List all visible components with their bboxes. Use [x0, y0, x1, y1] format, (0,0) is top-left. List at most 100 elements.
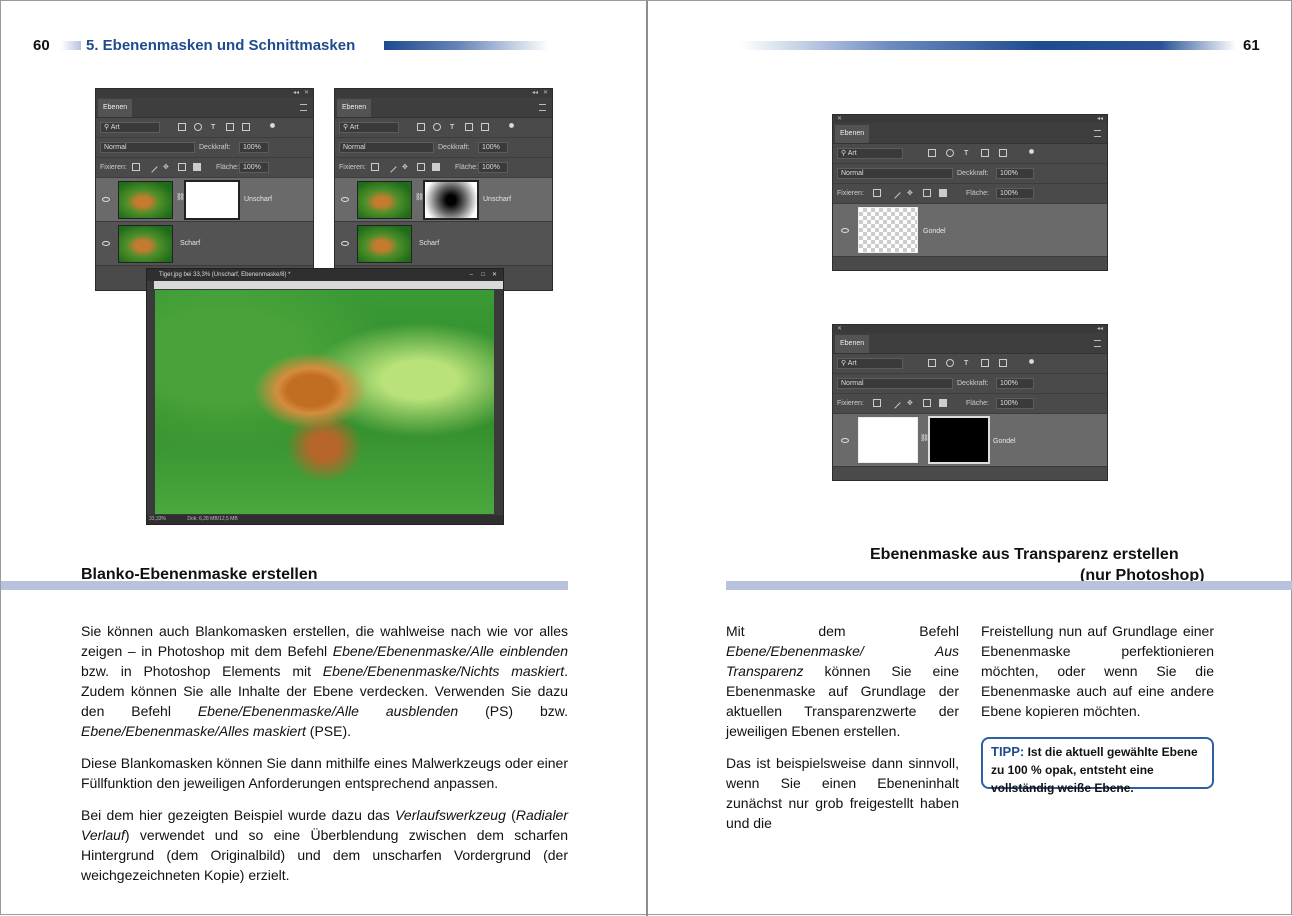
lock-icon[interactable] [432, 163, 440, 171]
visibility-eye-icon[interactable] [102, 241, 110, 246]
layer-row-gondel[interactable]: Gondel [833, 204, 1107, 257]
layer-thumbnail[interactable] [357, 225, 412, 263]
shape-filter-icon[interactable] [981, 149, 989, 157]
filter-dropdown[interactable]: ⚲ Art [100, 122, 160, 133]
document-title-bar[interactable]: Tiger.jpg bei 33,3% (Unscharf, Ebenenmas… [147, 269, 503, 281]
filter-dropdown[interactable]: ⚲ Art [837, 358, 903, 369]
layer-row-scharf[interactable]: Scharf [96, 222, 313, 266]
fill-field[interactable]: 100% [996, 188, 1034, 199]
visibility-eye-icon[interactable] [102, 197, 110, 202]
shape-filter-icon[interactable] [465, 123, 473, 131]
minimize-icon[interactable]: – [470, 269, 473, 281]
panel-menu-icon[interactable] [300, 104, 307, 111]
smartobject-filter-icon[interactable] [999, 149, 1007, 157]
artboard-lock-icon[interactable] [417, 163, 425, 171]
layer-row-scharf[interactable]: Scharf [335, 222, 552, 266]
visibility-eye-icon[interactable] [341, 241, 349, 246]
artboard-lock-icon[interactable] [178, 163, 186, 171]
layer-row-unscharf[interactable]: ⛓ Unscharf [335, 178, 552, 222]
filter-toggle-icon[interactable] [509, 123, 514, 128]
adjustment-filter-icon[interactable] [946, 149, 954, 157]
layer-name[interactable]: Scharf [419, 240, 439, 247]
brush-lock-icon[interactable] [889, 187, 901, 199]
panel-tab[interactable]: Ebenen [835, 335, 870, 353]
blend-mode-dropdown[interactable]: Normal [100, 142, 195, 153]
mask-thumbnail[interactable] [184, 180, 240, 220]
panel-tab[interactable]: Ebenen [98, 99, 133, 117]
smartobject-filter-icon[interactable] [242, 123, 250, 131]
move-lock-icon[interactable]: ✥ [907, 188, 913, 199]
lock-pixels-icon[interactable] [132, 163, 140, 171]
layer-name[interactable]: Gondel [993, 438, 1016, 445]
mask-thumbnail[interactable] [928, 416, 990, 464]
lock-icon[interactable] [939, 399, 947, 407]
adjustment-filter-icon[interactable] [433, 123, 441, 131]
move-lock-icon[interactable]: ✥ [402, 162, 408, 173]
maximize-icon[interactable]: □ [481, 269, 485, 281]
zoom-level[interactable]: 33,33% [149, 516, 166, 522]
adjustment-filter-icon[interactable] [946, 359, 954, 367]
layer-name[interactable]: Scharf [180, 240, 200, 247]
opacity-field[interactable]: 100% [996, 168, 1034, 179]
smartobject-filter-icon[interactable] [999, 359, 1007, 367]
filter-dropdown[interactable]: ⚲ Art [837, 148, 903, 159]
move-lock-icon[interactable]: ✥ [907, 398, 913, 409]
layer-thumbnail[interactable] [118, 225, 173, 263]
visibility-eye-icon[interactable] [341, 197, 349, 202]
type-filter-icon[interactable]: T [211, 122, 215, 133]
filter-toggle-icon[interactable] [1029, 149, 1034, 154]
opacity-field[interactable]: 100% [239, 142, 269, 153]
fill-field[interactable]: 100% [996, 398, 1034, 409]
layer-thumbnail[interactable] [357, 181, 412, 219]
filter-toggle-icon[interactable] [1029, 359, 1034, 364]
image-filter-icon[interactable] [928, 149, 936, 157]
adjustment-filter-icon[interactable] [194, 123, 202, 131]
fill-field[interactable]: 100% [478, 162, 508, 173]
panel-menu-icon[interactable] [1094, 130, 1101, 137]
smartobject-filter-icon[interactable] [481, 123, 489, 131]
shape-filter-icon[interactable] [226, 123, 234, 131]
panel-menu-icon[interactable] [539, 104, 546, 111]
visibility-eye-icon[interactable] [841, 438, 849, 443]
panel-tab[interactable]: Ebenen [835, 125, 870, 143]
layer-row-gondel[interactable]: ⛓ Gondel [833, 414, 1107, 467]
type-filter-icon[interactable]: T [964, 148, 968, 159]
close-icon[interactable]: ✕ [492, 269, 497, 281]
artboard-lock-icon[interactable] [923, 189, 931, 197]
image-filter-icon[interactable] [417, 123, 425, 131]
layer-name[interactable]: Gondel [923, 228, 946, 235]
visibility-eye-icon[interactable] [841, 228, 849, 233]
layer-name[interactable]: Unscharf [483, 196, 511, 203]
layer-name[interactable]: Unscharf [244, 196, 272, 203]
filter-toggle-icon[interactable] [270, 123, 275, 128]
blend-mode-dropdown[interactable]: Normal [837, 378, 953, 389]
brush-lock-icon[interactable] [385, 161, 397, 173]
lock-pixels-icon[interactable] [873, 399, 881, 407]
shape-filter-icon[interactable] [981, 359, 989, 367]
filter-dropdown[interactable]: ⚲ Art [339, 122, 399, 133]
fill-field[interactable]: 100% [239, 162, 269, 173]
move-lock-icon[interactable]: ✥ [163, 162, 169, 173]
lock-pixels-icon[interactable] [371, 163, 379, 171]
layer-row-unscharf[interactable]: ⛓ Unscharf [96, 178, 313, 222]
type-filter-icon[interactable]: T [450, 122, 454, 133]
layer-thumbnail[interactable] [858, 207, 918, 253]
opacity-field[interactable]: 100% [478, 142, 508, 153]
blend-mode-dropdown[interactable]: Normal [837, 168, 953, 179]
lock-icon[interactable] [939, 189, 947, 197]
mask-thumbnail[interactable] [423, 180, 479, 220]
panel-menu-icon[interactable] [1094, 340, 1101, 347]
image-filter-icon[interactable] [178, 123, 186, 131]
panel-tab[interactable]: Ebenen [337, 99, 372, 117]
layer-thumbnail[interactable] [118, 181, 173, 219]
lock-pixels-icon[interactable] [873, 189, 881, 197]
lock-icon[interactable] [193, 163, 201, 171]
image-filter-icon[interactable] [928, 359, 936, 367]
brush-lock-icon[interactable] [889, 397, 901, 409]
layer-thumbnail[interactable] [858, 417, 918, 463]
type-filter-icon[interactable]: T [964, 358, 968, 369]
artboard-lock-icon[interactable] [923, 399, 931, 407]
brush-lock-icon[interactable] [146, 161, 158, 173]
opacity-field[interactable]: 100% [996, 378, 1034, 389]
blend-mode-dropdown[interactable]: Normal [339, 142, 434, 153]
